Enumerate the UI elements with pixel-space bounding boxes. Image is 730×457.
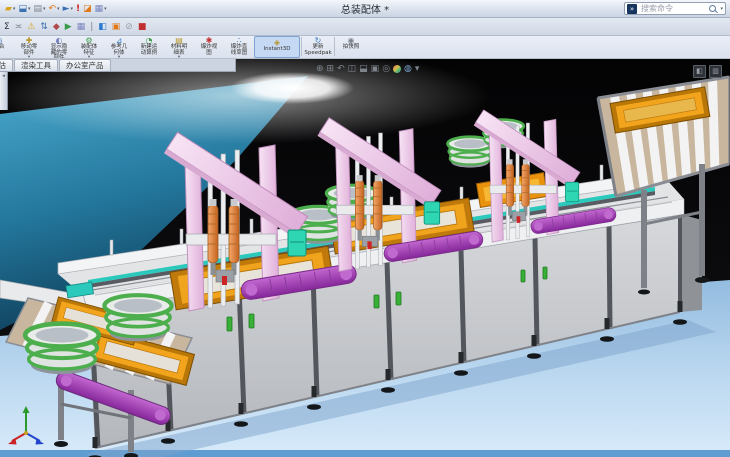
solidworks-window: 总装配体 * ▰▾ ⬓▾ ▤▾ ↶▾ ►▾ ! ◪ ▦▾ » ▾ Σ ≍ ⚠ ⇅…	[0, 0, 730, 455]
ribbon-label: 显示隐 藏的零 部件	[51, 45, 68, 59]
ribbon-separator	[301, 37, 302, 56]
open-icon: ▰	[5, 2, 12, 16]
ribbon-label: 配合	[0, 45, 5, 51]
ribbon-exploded-view-button[interactable]: ✱爆炸视 图	[194, 36, 224, 58]
chevron-down-icon: ▾	[13, 6, 16, 12]
options-button[interactable]: ▦▾	[94, 2, 108, 16]
print-button[interactable]: ▤▾	[32, 2, 46, 16]
ribbon-mate-button[interactable]: ◎配合	[0, 36, 14, 58]
zoom-area-icon[interactable]: ⊞	[327, 63, 335, 75]
chevron-down-icon: ▾	[43, 6, 46, 12]
select-button[interactable]: ►▾	[62, 2, 74, 16]
select-icon: ►	[63, 2, 70, 16]
display-style-icon[interactable]: ▣	[371, 63, 380, 75]
ribbon-assembly-features-button[interactable]: ⚙装配体 特征▾	[74, 36, 104, 58]
titlebar: 总装配体 * ▰▾ ⬓▾ ▤▾ ↶▾ ►▾ ! ◪ ▦▾ » ▾	[0, 0, 730, 18]
chevron-down-icon: ▾	[104, 6, 107, 12]
ribbon-label: 爆炸直 线草图	[231, 45, 248, 56]
rebuild-icon: !	[76, 2, 80, 16]
rebuild-button[interactable]: !	[75, 2, 81, 16]
ribbon-instant3d-button[interactable]: ◈Instant3D	[254, 36, 300, 58]
chevron-down-icon[interactable]: ▾	[720, 6, 723, 12]
ribbon-separator	[334, 37, 335, 56]
orientation-triad	[5, 403, 47, 449]
ribbon-update-speedpak-button[interactable]: ↻更新 Speedpak	[303, 36, 333, 58]
ribbon-reference-geometry-button[interactable]: ⊿参考几 何体▾	[104, 36, 134, 58]
view-orientation-icon[interactable]: ⬓	[359, 63, 368, 75]
ribbon-label: 爆炸视 图	[201, 45, 218, 56]
photoview-red-icon[interactable]: ■	[138, 19, 147, 35]
open-button[interactable]: ▰▾	[4, 2, 16, 16]
ribbon-label: 新建运 动算例	[141, 45, 158, 56]
chevron-down-icon: ▾	[70, 6, 73, 12]
undo-button[interactable]: ↶▾	[48, 2, 61, 16]
light-glow	[230, 72, 354, 104]
mate-check-icon[interactable]: ◆	[53, 19, 60, 35]
photoview-disabled-icon[interactable]: ⊘	[125, 19, 133, 35]
interference-check-icon[interactable]: ⚠	[27, 19, 35, 35]
snap-icon[interactable]: ≍	[15, 19, 23, 35]
edit-appearance-icon[interactable]	[393, 65, 401, 73]
save-button[interactable]: ⬓▾	[17, 2, 31, 16]
options-icon: ▦	[95, 2, 104, 16]
graphics-area[interactable]: 评估 渲染工具 办公室产品 ◂ ⊕ ⊞ ↶ ◫ ⬓ ▣ ◎ ◍ ▾ ◧ ▥	[0, 59, 730, 457]
tab-office-products[interactable]: 办公室产品	[59, 59, 111, 71]
ribbon-explode-line-sketch-button[interactable]: ∴爆炸直 线草图	[224, 36, 254, 58]
command-manager: ◎配合 ✚移动零 部件▾ ◐显示隐 藏的零 部件 ⚙装配体 特征▾ ⊿参考几 何…	[0, 36, 730, 59]
photoview-blue-icon[interactable]: ◧	[98, 19, 107, 35]
search-icon[interactable]	[709, 5, 716, 12]
search-input[interactable]	[639, 3, 707, 14]
command-manager-tabs: 评估 渲染工具 办公室产品	[0, 59, 236, 72]
machine-scene	[0, 59, 730, 457]
ribbon-label: 更新 Speedpak	[304, 45, 331, 56]
window-title: 总装配体 *	[0, 1, 730, 16]
zoom-fit-icon[interactable]: ⊕	[316, 63, 324, 75]
heads-up-view-toolbar: ⊕ ⊞ ↶ ◫ ⬓ ▣ ◎ ◍ ▾	[316, 63, 419, 75]
pane-buttons: ◧ ▥	[693, 65, 722, 78]
ribbon-bill-of-materials-button[interactable]: ▤材料明 细表▾	[164, 36, 194, 58]
appearance-button[interactable]: ◪	[82, 2, 93, 16]
ribbon-new-motion-study-button[interactable]: ◔新建运 动算例	[134, 36, 164, 58]
ribbon-show-hidden-components-button[interactable]: ◐显示隐 藏的零 部件	[44, 36, 74, 58]
toolbar-separator: |	[90, 19, 93, 35]
assembly-toolbar: Σ ≍ ⚠ ⇅ ◆ ▶ ▦ | ◧ ▣ ⊘ ■	[0, 18, 730, 36]
tab-render-tools[interactable]: 渲染工具	[14, 59, 58, 71]
quick-access-toolbar: ▰▾ ⬓▾ ▤▾ ↶▾ ►▾ ! ◪ ▦▾	[4, 2, 108, 16]
ribbon-label: 拍快照	[343, 45, 360, 51]
chevron-down-icon: ▾	[57, 6, 60, 12]
solidworks-logo-icon: »	[627, 4, 637, 14]
export-icon[interactable]: ▶	[65, 19, 72, 35]
hide-show-items-icon[interactable]: ◎	[382, 63, 390, 75]
photoview-orange-icon[interactable]: ▣	[112, 19, 121, 35]
command-search: » ▾	[624, 2, 726, 15]
undo-icon: ↶	[49, 2, 57, 16]
equations-icon[interactable]: Σ	[4, 19, 10, 35]
expand-pane-button[interactable]: ◧	[693, 65, 706, 78]
featuremanager-collapsed-strip[interactable]: ◂	[0, 72, 8, 110]
view-settings-icon[interactable]: ▾	[415, 63, 420, 75]
grid-icon[interactable]: ▦	[77, 19, 86, 35]
ribbon-label: Instant3D	[264, 47, 291, 53]
ribbon-move-component-button[interactable]: ✚移动零 部件▾	[14, 36, 44, 58]
apply-scene-icon[interactable]: ◍	[404, 63, 412, 75]
appearance-icon: ◪	[83, 2, 92, 16]
ribbon-take-snapshot-button[interactable]: ◉拍快照	[336, 36, 366, 58]
scene-3d-model	[0, 59, 730, 457]
previous-view-icon[interactable]: ↶	[337, 63, 345, 75]
print-icon: ▤	[33, 2, 42, 16]
tab-evaluate[interactable]: 评估	[0, 59, 13, 71]
section-view-icon[interactable]: ◫	[348, 63, 357, 75]
chevron-down-icon: ▾	[28, 6, 31, 12]
expand-pane-button[interactable]: ▥	[709, 65, 722, 78]
save-icon: ⬓	[18, 2, 27, 16]
measure-icon[interactable]: ⇅	[40, 19, 48, 35]
